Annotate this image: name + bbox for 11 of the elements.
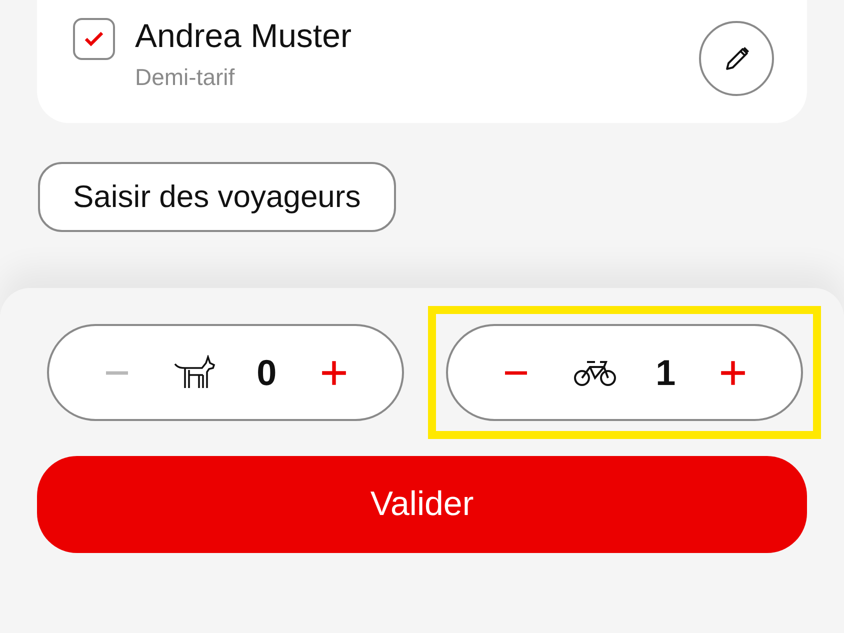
traveller-name: Andrea Muster — [135, 16, 352, 56]
count-value: 1 — [656, 352, 676, 394]
minus-icon — [104, 370, 130, 374]
plus-icon — [320, 360, 347, 386]
checkbox[interactable] — [73, 18, 115, 60]
add-travellers-button[interactable]: Saisir des voyageurs — [38, 162, 396, 232]
fare-type: Demi-tarif — [135, 64, 236, 91]
confirm-button[interactable]: Valider — [37, 456, 807, 553]
plus-icon — [720, 360, 746, 386]
minus-icon — [503, 370, 530, 374]
count-value: 0 — [256, 352, 277, 394]
